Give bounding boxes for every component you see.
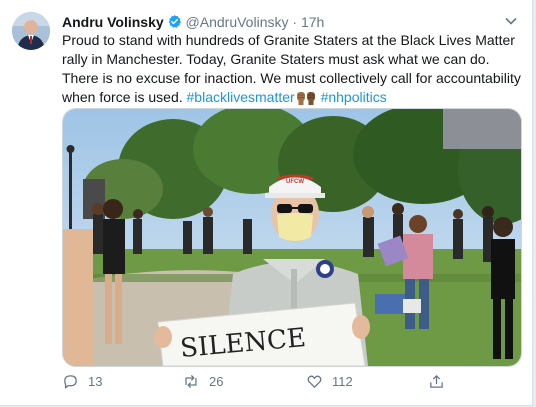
like-icon bbox=[307, 375, 322, 388]
reply-button[interactable]: 13 bbox=[62, 373, 102, 390]
hashtag-nhpolitics[interactable]: #nhpolitics bbox=[321, 89, 387, 105]
author-name[interactable]: Andru Volinsky bbox=[62, 14, 164, 30]
tweet-card[interactable]: Andru Volinsky @AndruVolinsky · 17h Prou… bbox=[0, 0, 533, 406]
action-bar: 13 26 112 bbox=[62, 373, 502, 395]
tweet-text: Proud to stand with hundreds of Granite … bbox=[62, 31, 522, 110]
cap-logo-text: UFCW bbox=[286, 179, 304, 185]
hashtag-blacklivesmatter[interactable]: #blacklivesmatter bbox=[187, 89, 295, 105]
retweet-count: 26 bbox=[209, 374, 224, 389]
author-avatar[interactable] bbox=[12, 12, 50, 50]
tweet-photo[interactable]: UFCW SILENCE bbox=[62, 108, 522, 367]
rally-photo: UFCW SILENCE bbox=[63, 109, 521, 366]
author-handle[interactable]: @AndruVolinsky bbox=[186, 14, 289, 30]
share-button[interactable] bbox=[428, 373, 445, 390]
tweet-header: Andru Volinsky @AndruVolinsky · 17h bbox=[62, 13, 324, 33]
reply-count: 13 bbox=[88, 374, 103, 389]
separator-dot: · bbox=[292, 14, 298, 30]
like-count: 112 bbox=[332, 374, 353, 389]
retweet-icon bbox=[185, 375, 197, 388]
raised-fists-emoji-icon bbox=[296, 89, 316, 110]
retweet-button[interactable]: 26 bbox=[182, 373, 223, 390]
tweet-timestamp[interactable]: 17h bbox=[301, 14, 324, 30]
avatar-image bbox=[12, 12, 50, 50]
like-button[interactable]: 112 bbox=[306, 373, 353, 390]
reply-icon bbox=[64, 375, 77, 389]
share-icon bbox=[430, 375, 443, 388]
